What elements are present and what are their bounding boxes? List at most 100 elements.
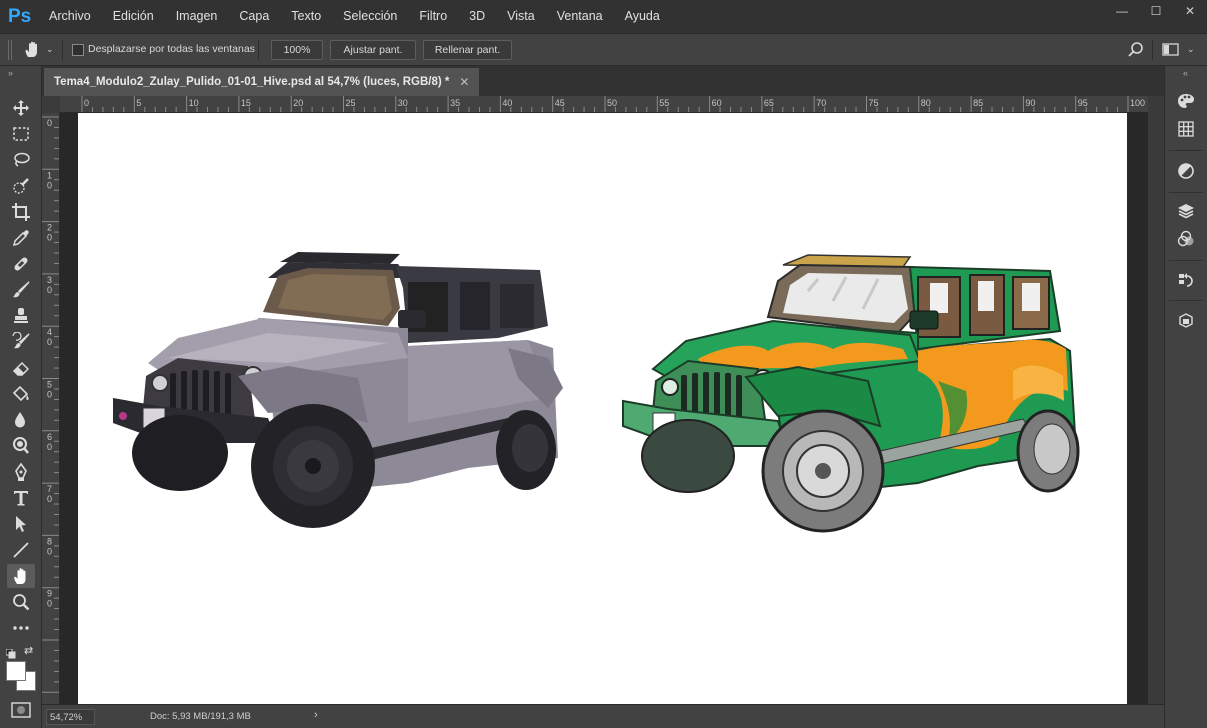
adjustments-icon[interactable] bbox=[1175, 160, 1197, 182]
ruler-h-label: 20 bbox=[293, 98, 303, 108]
lasso-tool-icon[interactable] bbox=[7, 148, 35, 172]
panel-dock: « bbox=[1164, 66, 1207, 728]
paint-bucket-tool-icon[interactable] bbox=[7, 382, 35, 406]
minimize-button[interactable]: — bbox=[1105, 0, 1139, 22]
menu-texto[interactable]: Texto bbox=[280, 0, 332, 33]
dodge-tool-icon[interactable] bbox=[7, 434, 35, 458]
vertical-ruler[interactable]: 0102030405060708090 bbox=[42, 113, 60, 704]
line-tool-icon[interactable] bbox=[7, 538, 35, 562]
green-orange-illustrated-jeep bbox=[622, 254, 1080, 533]
swap-colors-icon[interactable]: ⇄ bbox=[24, 644, 33, 657]
workspace-chevron-icon[interactable]: ⌄ bbox=[1187, 44, 1195, 55]
ruler-h-label: 25 bbox=[346, 98, 356, 108]
pen-tool-icon[interactable] bbox=[7, 460, 35, 484]
marquee-tool-icon[interactable] bbox=[7, 122, 35, 146]
menu-3d[interactable]: 3D bbox=[458, 0, 496, 33]
document-tab-title: Tema4_Modulo2_Zulay_Pulido_01-01_Hive.ps… bbox=[54, 76, 450, 88]
quick-selection-tool-icon[interactable] bbox=[7, 174, 35, 198]
ruler-v-label: 9 bbox=[47, 589, 52, 599]
collapse-icon[interactable]: » bbox=[8, 68, 13, 78]
document-tab[interactable]: Tema4_Modulo2_Zulay_Pulido_01-01_Hive.ps… bbox=[44, 68, 480, 96]
menu-seleccion[interactable]: Selección bbox=[332, 0, 408, 33]
close-tab-icon[interactable]: ✕ bbox=[459, 75, 469, 89]
healing-brush-tool-icon[interactable] bbox=[7, 252, 35, 276]
fit-screen-button[interactable]: Ajustar pant. bbox=[330, 40, 416, 60]
ruler-h-label: 75 bbox=[869, 98, 879, 108]
grip-handle[interactable] bbox=[6, 36, 14, 64]
scroll-all-checkbox[interactable] bbox=[72, 44, 84, 56]
ruler-v-label: 0 bbox=[47, 494, 52, 504]
history-icon[interactable] bbox=[1175, 270, 1197, 292]
history-brush-tool-icon[interactable] bbox=[7, 330, 35, 354]
horizontal-ruler[interactable]: 0 5 10 15 20 25 30 35 40 45 50 55 60 65 70 75 80 85 90 95 10… bbox=[60, 96, 1148, 113]
menu-edicion[interactable]: Edición bbox=[102, 0, 165, 33]
ruler-h-label: 45 bbox=[555, 98, 565, 108]
menu-vista[interactable]: Vista bbox=[496, 0, 546, 33]
menu-imagen[interactable]: Imagen bbox=[165, 0, 229, 33]
path-selection-tool-icon[interactable] bbox=[7, 512, 35, 536]
status-bar: 54,72% Doc: 5,93 MB/191,3 MB › bbox=[42, 704, 1164, 728]
properties-icon[interactable] bbox=[1175, 310, 1197, 332]
maximize-button[interactable]: ☐ bbox=[1139, 0, 1173, 22]
move-tool-icon[interactable] bbox=[7, 96, 35, 120]
zoom-tool-icon[interactable] bbox=[7, 590, 35, 614]
blur-tool-icon[interactable] bbox=[7, 408, 35, 432]
search-icon[interactable] bbox=[1127, 41, 1145, 64]
menu-filtro[interactable]: Filtro bbox=[408, 0, 458, 33]
window-controls: — ☐ ✕ bbox=[1105, 0, 1207, 22]
document-canvas[interactable] bbox=[78, 113, 1127, 704]
ruler-v-label: 0 bbox=[47, 118, 52, 128]
ruler-h-label: 30 bbox=[398, 98, 408, 108]
ruler-h-label: 10 bbox=[189, 98, 199, 108]
color-palette-icon[interactable] bbox=[1175, 90, 1197, 112]
ruler-v-label: 7 bbox=[47, 484, 52, 494]
foreground-color-swatch[interactable] bbox=[6, 661, 26, 681]
menu-capa[interactable]: Capa bbox=[228, 0, 280, 33]
more-tools-icon[interactable] bbox=[7, 616, 35, 640]
brush-tool-icon[interactable] bbox=[7, 278, 35, 302]
status-menu-arrow-icon[interactable]: › bbox=[314, 709, 318, 721]
menu-ayuda[interactable]: Ayuda bbox=[614, 0, 671, 33]
collapse-panels-icon[interactable]: « bbox=[1183, 68, 1188, 78]
document-size-info[interactable]: Doc: 5,93 MB/191,3 MB bbox=[150, 711, 251, 722]
photoshop-logo[interactable]: Ps bbox=[8, 6, 31, 28]
swatches-icon[interactable] bbox=[1175, 118, 1197, 140]
layers-icon[interactable] bbox=[1175, 200, 1197, 222]
ruler-h-label: 80 bbox=[921, 98, 931, 108]
clone-stamp-tool-icon[interactable] bbox=[7, 304, 35, 328]
preset-chevron-icon[interactable]: ⌄ bbox=[46, 44, 54, 55]
zoom-100-button[interactable]: 100% bbox=[271, 40, 323, 60]
ruler-origin[interactable] bbox=[42, 96, 60, 113]
crop-tool-icon[interactable] bbox=[7, 200, 35, 224]
eyedropper-tool-icon[interactable] bbox=[7, 226, 35, 250]
quick-mask-icon[interactable] bbox=[11, 702, 31, 723]
ruler-h-label: 0 bbox=[84, 98, 89, 108]
ruler-v-label: 0 bbox=[47, 180, 52, 190]
ruler-h-label: 95 bbox=[1078, 98, 1088, 108]
close-button[interactable]: ✕ bbox=[1173, 0, 1207, 22]
menu-archivo[interactable]: Archivo bbox=[38, 0, 102, 33]
ruler-v-label: 0 bbox=[47, 337, 52, 347]
ruler-h-label: 15 bbox=[241, 98, 251, 108]
type-tool-icon[interactable] bbox=[7, 486, 35, 510]
ruler-v-label: 1 bbox=[47, 170, 52, 180]
menu-items: Archivo Edición Imagen Capa Texto Selección Fi… bbox=[38, 0, 671, 33]
tools-panel: » ⇄ bbox=[0, 66, 42, 728]
ruler-h-label: 65 bbox=[764, 98, 774, 108]
eraser-tool-icon[interactable] bbox=[7, 356, 35, 380]
document-tab-bar: Tema4_Modulo2_Zulay_Pulido_01-01_Hive.ps… bbox=[42, 66, 1164, 96]
hand-tool-icon[interactable] bbox=[7, 564, 35, 588]
zoom-level-field[interactable]: 54,72% bbox=[46, 709, 95, 725]
gray-jeep-photo bbox=[113, 252, 563, 528]
workspace-icon[interactable] bbox=[1162, 42, 1180, 63]
hand-tool-preset-icon[interactable] bbox=[22, 40, 44, 65]
ruler-v-label: 4 bbox=[47, 327, 52, 337]
vertical-scrollbar[interactable] bbox=[1148, 96, 1164, 704]
ruler-v-label: 0 bbox=[47, 546, 52, 556]
ruler-h-label: 70 bbox=[816, 98, 826, 108]
channels-icon[interactable] bbox=[1175, 228, 1197, 250]
menu-ventana[interactable]: Ventana bbox=[546, 0, 614, 33]
ruler-h-label: 85 bbox=[973, 98, 983, 108]
ruler-h-label: 100 bbox=[1130, 98, 1145, 108]
fill-screen-button[interactable]: Rellenar pant. bbox=[423, 40, 512, 60]
